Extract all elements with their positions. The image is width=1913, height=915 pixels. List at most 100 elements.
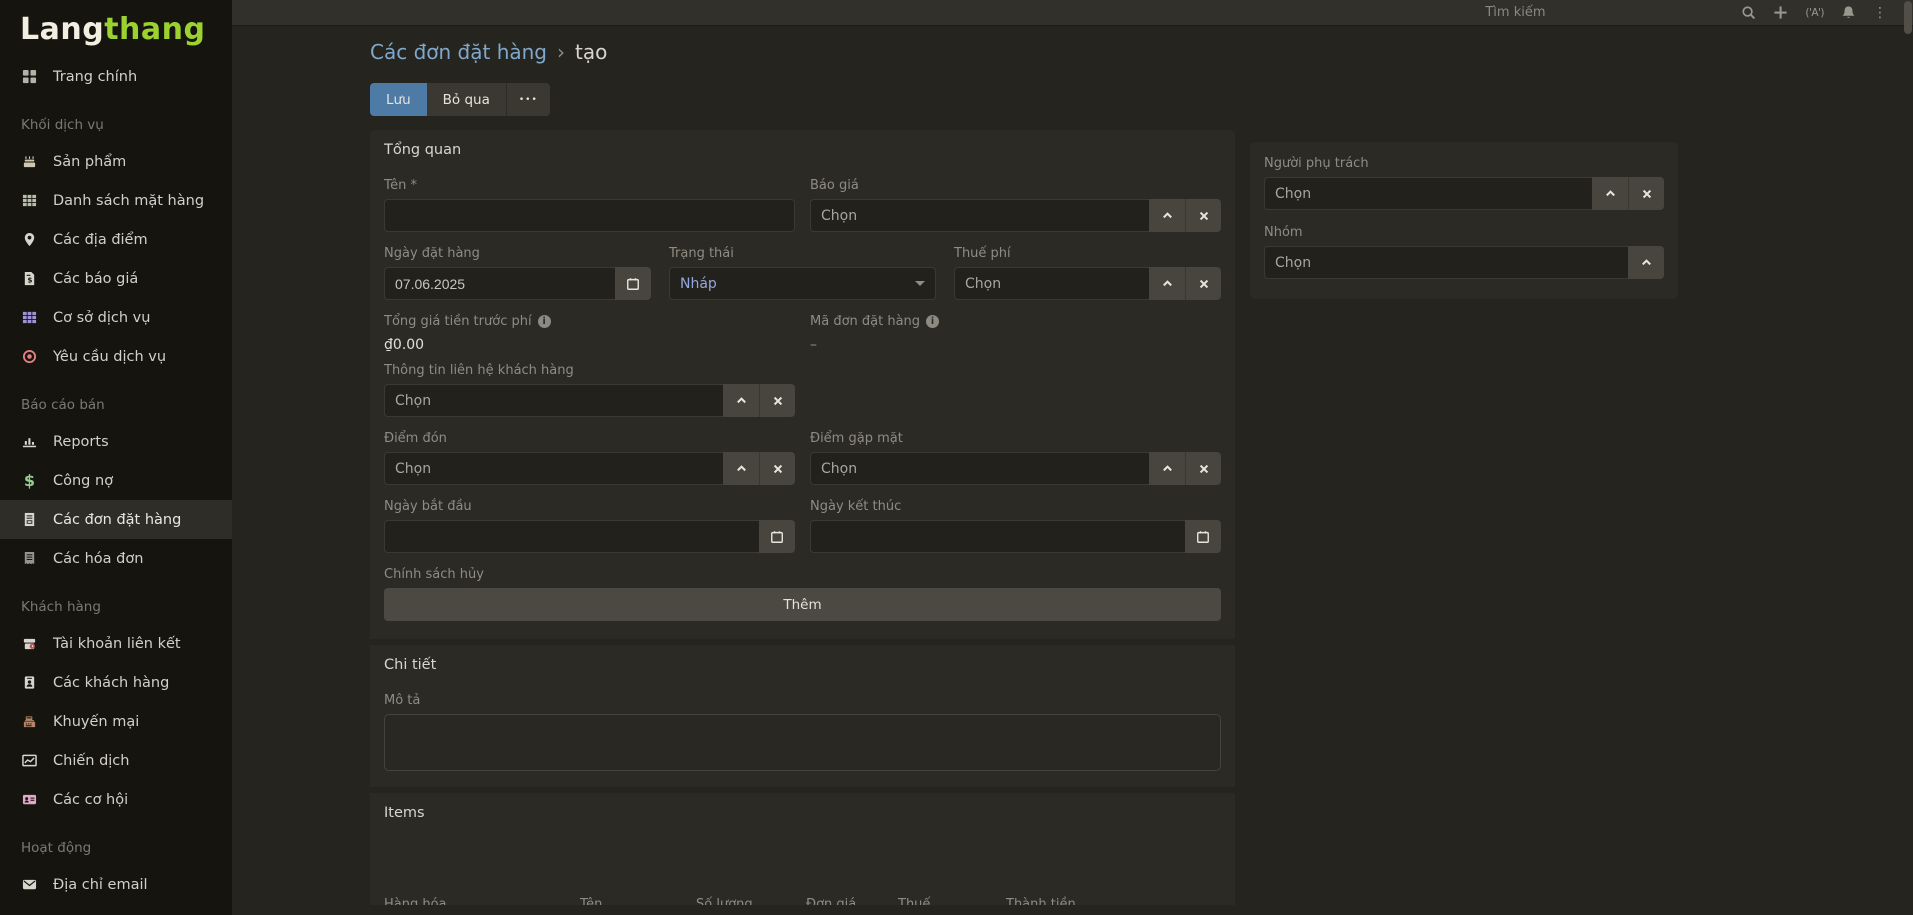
language-broadcast-icon[interactable]: ('A') (1805, 7, 1824, 19)
name-input[interactable] (384, 199, 795, 232)
close-icon (1641, 188, 1653, 200)
field-order-code: Mã đơn đặt hàngi – (810, 314, 1221, 353)
sidebar-item-sales-orders[interactable]: Các đơn đặt hàng (0, 500, 232, 539)
pickup-point-expand-button[interactable] (723, 452, 759, 485)
field-status-label: Trạng thái (669, 246, 936, 261)
sidebar: Langthang Trang chính Khối dịch vụ Sản p… (0, 0, 232, 915)
start-date-input[interactable] (384, 520, 759, 553)
meeting-point-select[interactable]: Chọn (810, 452, 1149, 485)
end-date-calendar-button[interactable] (1185, 520, 1221, 553)
field-end-date: Ngày kết thúc (810, 499, 1221, 553)
brand-logo-part2: thang (104, 12, 205, 47)
sidebar-item-label: Các khách hàng (53, 675, 169, 691)
panel-items-title: Items (384, 805, 1221, 821)
sidebar-item-quotes[interactable]: $ Các báo giá (0, 259, 232, 298)
table-cells-icon (21, 193, 38, 208)
tax-select[interactable]: Chọn (954, 267, 1149, 300)
sidebar-item-opportunities[interactable]: Các cơ hội (0, 780, 232, 819)
cancel-policy-add-button[interactable]: Thêm (384, 588, 1221, 621)
quote-expand-button[interactable] (1149, 199, 1185, 232)
sidebar-item-campaigns[interactable]: Chiến dịch (0, 741, 232, 780)
cancel-button[interactable]: Bỏ qua (427, 83, 506, 116)
tax-expand-button[interactable] (1149, 267, 1185, 300)
meeting-point-expand-button[interactable] (1149, 452, 1185, 485)
meeting-point-clear-button[interactable] (1185, 452, 1221, 485)
breadcrumb-parent-link[interactable]: Các đơn đặt hàng (370, 40, 547, 64)
close-icon (1198, 463, 1210, 475)
field-customer-contact-label: Thông tin liên hệ khách hàng (384, 363, 795, 378)
kebab-menu-icon[interactable]: ⋮ (1873, 5, 1887, 21)
sidebar-item-item-list[interactable]: Danh sách mặt hàng (0, 181, 232, 220)
sidebar-item-debts[interactable]: $ Công nợ (0, 461, 232, 500)
sidebar-item-home[interactable]: Trang chính (0, 57, 232, 96)
dollar-icon: $ (21, 471, 38, 490)
search-icon[interactable] (1741, 5, 1756, 20)
sidebar-item-email-addresses[interactable]: Địa chỉ email (0, 865, 232, 904)
scrollbar-thumb[interactable] (1904, 1, 1912, 34)
sidebar-item-reports[interactable]: Reports (0, 422, 232, 461)
pickup-point-select[interactable]: Chọn (384, 452, 723, 485)
description-textarea[interactable] (384, 714, 1221, 771)
sidebar-item-products[interactable]: Sản phẩm (0, 142, 232, 181)
sidebar-item-promotions[interactable]: Khuyến mại (0, 702, 232, 741)
cake-icon (21, 154, 38, 169)
customer-contact-clear-button[interactable] (759, 384, 795, 417)
chevron-up-icon (1604, 187, 1617, 200)
items-column: Thành tiền (1006, 897, 1076, 905)
sidebar-item-customers[interactable]: Các khách hàng (0, 663, 232, 702)
record-form: Tổng quan Tên * Báo giá Chọn (370, 130, 1235, 905)
field-order-date-label: Ngày đặt hàng (384, 246, 651, 261)
field-name-label: Tên * (384, 178, 795, 193)
sidebar-item-service-requests[interactable]: Yêu cầu dịch vụ (0, 337, 232, 376)
quick-create-plus-icon[interactable] (1773, 5, 1788, 20)
brand-logo-part1: Lang (20, 12, 104, 47)
order-date-input[interactable] (384, 267, 615, 300)
register-clock-icon (21, 636, 38, 651)
order-date-calendar-button[interactable] (615, 267, 651, 300)
assigned-user-expand-button[interactable] (1592, 177, 1628, 210)
customer-contact-expand-button[interactable] (723, 384, 759, 417)
customer-contact-select[interactable]: Chọn (384, 384, 723, 417)
bell-icon[interactable] (1841, 5, 1856, 20)
field-pre-tax-total-label: Tổng giá tiền trước phíi (384, 314, 795, 329)
status-select[interactable]: Nháp (669, 267, 936, 300)
sidebar-item-label: Tài khoản liên kết (53, 636, 181, 652)
save-button[interactable]: Lưu (370, 83, 427, 116)
assigned-user-select[interactable]: Chọn (1264, 177, 1592, 210)
sidebar-item-service-bases[interactable]: Cơ sở dịch vụ (0, 298, 232, 337)
tax-clear-button[interactable] (1185, 267, 1221, 300)
quote-select[interactable]: Chọn (810, 199, 1149, 232)
chart-line-icon (21, 753, 38, 768)
team-select[interactable]: Chọn (1264, 246, 1628, 279)
sidebar-item-label: Cơ sở dịch vụ (53, 310, 150, 326)
assigned-user-clear-button[interactable] (1628, 177, 1664, 210)
global-search-input[interactable]: Tìm kiếm (1485, 5, 1735, 20)
brand-logo[interactable]: Langthang (0, 0, 232, 57)
team-expand-button[interactable] (1628, 246, 1664, 279)
sidebar-item-label: Sản phẩm (53, 154, 126, 170)
end-date-input[interactable] (810, 520, 1185, 553)
sidebar-item-label: Các địa điểm (53, 232, 148, 248)
calendar-icon (1196, 530, 1210, 544)
file-invoice-icon (21, 512, 38, 527)
quote-clear-button[interactable] (1185, 199, 1221, 232)
sidebar-section-customers: Khách hàng (0, 590, 232, 624)
field-start-date-label: Ngày bắt đầu (384, 499, 795, 514)
sidebar-item-label: Chiến dịch (53, 753, 129, 769)
pickup-point-clear-button[interactable] (759, 452, 795, 485)
circle-dot-icon (21, 349, 38, 364)
panel-overview: Tổng quan Tên * Báo giá Chọn (370, 130, 1235, 639)
start-date-calendar-button[interactable] (759, 520, 795, 553)
field-end-date-label: Ngày kết thúc (810, 499, 1221, 514)
items-column: Hàng hóa (384, 897, 447, 905)
sidebar-item-locations[interactable]: Các địa điểm (0, 220, 232, 259)
sidebar-item-label: Các báo giá (53, 271, 138, 287)
sidebar-item-linked-accounts[interactable]: Tài khoản liên kết (0, 624, 232, 663)
panel-items: Items Hàng hóa Tên Số lượng Đơn giá Thuế… (370, 787, 1235, 905)
more-actions-button[interactable]: ••• (506, 83, 550, 116)
field-pickup-point: Điểm đón Chọn (384, 431, 795, 485)
field-assigned-user-label: Người phụ trách (1264, 156, 1664, 171)
field-description-label: Mô tả (384, 693, 1221, 708)
sidebar-item-invoices[interactable]: Các hóa đơn (0, 539, 232, 578)
pre-tax-total-value: ₫0.00 (384, 337, 795, 353)
